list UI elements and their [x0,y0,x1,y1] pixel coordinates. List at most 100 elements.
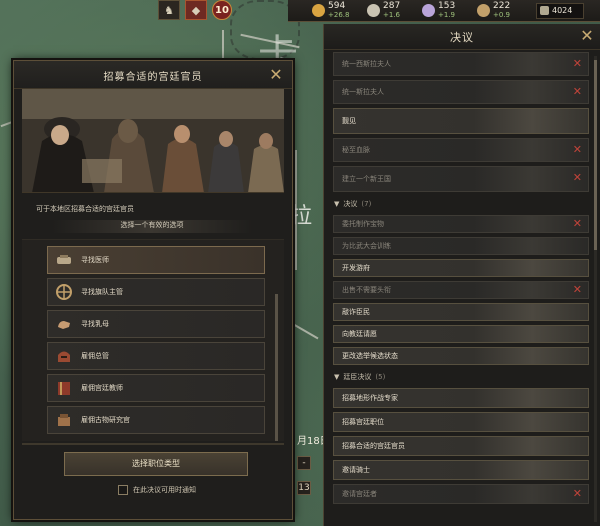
decision-label: 委托制作宝物 [342,220,384,228]
map-speed-button[interactable]: 13 [297,481,311,495]
decision-row[interactable]: 为比武大会训练 [333,237,589,255]
piety-resource[interactable]: 153 +1.9 [422,1,474,20]
warning-diamond-icon[interactable]: ◆ [185,0,207,20]
court-illustration [22,89,284,193]
collapse-triangle-icon: ▼ [334,372,340,381]
option-label: 寻找旗队主管 [81,288,123,296]
unavailable-x-icon: ✕ [572,57,582,70]
notify-checkbox[interactable] [118,485,128,495]
gold-resource[interactable]: 594 +26.8 [312,0,364,20]
unavailable-x-icon: ✕ [572,283,582,296]
category-label: 决议 [343,199,358,208]
option-hire-antiquarian[interactable]: 雇佣古物研究官 [47,406,265,434]
decision-row[interactable]: 招募宫廷职位 [333,412,589,432]
decision-row[interactable]: 更改选举候选状态 [333,347,589,365]
decision-label: 招募合适的宫廷官员 [342,442,405,450]
renown-resource[interactable]: 222 +0.9 [477,0,529,20]
notify-option[interactable]: 在此决议可用时通知 [118,485,196,495]
prestige-resource[interactable]: 287 +1.6 [367,1,419,20]
renown-value: 222 [493,0,511,11]
decision-row[interactable]: 敲诈臣民 [333,303,589,321]
close-icon[interactable]: ✕ [578,27,596,45]
soldiers-icon [540,6,549,15]
renown-delta: +0.9 [493,10,510,19]
decision-row[interactable]: 秘至血脉 ✕ [333,138,589,162]
collapse-triangle-icon: ▼ [334,199,340,208]
category-header-courtier-decisions[interactable]: ▼ 廷臣决议 (5) [333,369,589,384]
prestige-icon [367,4,380,17]
decision-label: 建立一个新王国 [342,175,391,183]
option-label: 雇佣古物研究官 [81,416,130,424]
decision-row[interactable]: 邀请骑士 [333,460,589,480]
gold-delta: +26.8 [328,10,350,19]
medicine-icon [54,250,74,270]
character-badge-icon[interactable]: 10 [212,0,232,20]
gold-value: 594 [328,0,346,11]
decision-label: 开发游府 [342,264,370,272]
map-region-label: 拉 [290,204,313,229]
horse-icon[interactable]: ♞ [158,0,180,20]
decision-row[interactable]: 统一斯拉夫人 ✕ [333,80,589,104]
category-header-decisions[interactable]: ▼ 决议 (7) [333,196,589,211]
renown-icon [477,4,490,17]
decision-row[interactable]: 出售不需要头衔 ✕ [333,281,589,299]
decision-label: 招募地形作战专家 [342,394,398,402]
wheel-icon [54,282,74,302]
decision-row[interactable]: 觐见 [333,108,589,134]
modal-description: 可于本地区招募合适的宫廷官员 [36,205,134,213]
soldiers-resource[interactable]: 4024 [536,2,584,19]
close-icon[interactable]: ✕ [267,65,285,84]
decision-label: 统一西斯拉夫人 [342,60,391,68]
decisions-header: 决议 ✕ [324,24,600,50]
decisions-scrollbar[interactable] [594,56,597,522]
map-zoom-button[interactable]: - [297,456,311,470]
modal-header: 招募合适的宫廷官员 ✕ [14,61,292,89]
decision-row[interactable]: 邀请宫廷者 ✕ [333,484,589,504]
decision-label: 向教廷请愿 [342,330,377,338]
decision-label: 觐见 [342,117,356,125]
unavailable-x-icon: ✕ [572,85,582,98]
modal-title: 招募合适的宫廷官员 [103,72,203,83]
choose-position-type-button[interactable]: 选择职位类型 [64,452,248,476]
decision-row[interactable]: 开发游府 [333,259,589,277]
decision-label: 敲诈臣民 [342,308,370,316]
category-count: (5) [375,372,386,381]
decision-row[interactable]: 向教廷请愿 [333,325,589,343]
decision-label: 更改选举候选状态 [342,352,398,360]
piety-icon [422,4,435,17]
unavailable-x-icon: ✕ [572,143,582,156]
book-icon [54,378,74,398]
decisions-title: 决议 [450,30,474,44]
unavailable-x-icon: ✕ [572,217,582,230]
category-label: 廷臣决议 [343,372,372,381]
divider [22,443,284,445]
notify-label: 在此决议可用时通知 [133,486,196,494]
decision-row[interactable]: 招募合适的宫廷官员 [333,436,589,456]
category-count: (7) [361,199,372,208]
resource-bar: 594 +26.8 287 +1.6 153 +1.9 222 +0.9 402… [288,0,600,22]
unavailable-x-icon: ✕ [572,487,582,500]
decision-row[interactable]: 建立一个新王国 ✕ [333,166,589,192]
option-find-marshal[interactable]: 寻找旗队主管 [47,278,265,306]
artifact-icon [54,410,74,430]
option-find-wet-nurse[interactable]: 寻找乳母 [47,310,265,338]
hand-icon [54,314,74,334]
decision-row[interactable]: 委托制作宝物 ✕ [333,215,589,233]
decision-label: 招募宫廷职位 [342,418,384,426]
decision-label: 邀请宫廷者 [342,490,377,498]
option-label: 雇佣宫廷教师 [81,384,123,392]
option-hire-steward[interactable]: 雇佣总管 [47,342,265,370]
options-scrollbar[interactable] [275,294,278,441]
soldiers-value: 4024 [552,6,573,15]
decisions-panel: 决议 ✕ 统一西斯拉夫人 ✕ 统一斯拉夫人 ✕ 觐见 秘至血脉 ✕ 建立一个新王… [323,24,600,526]
option-hire-tutor[interactable]: 雇佣宫廷教师 [47,374,265,402]
modal-subtitle: 选择一个有效的选项 [52,220,252,233]
decision-row[interactable]: 招募地形作战专家 [333,388,589,408]
decision-row[interactable]: 统一西斯拉夫人 ✕ [333,52,589,76]
option-label: 寻找乳母 [81,320,109,328]
decision-label: 统一斯拉夫人 [342,88,384,96]
option-label: 雇佣总管 [81,352,109,360]
decision-label: 为比武大会训练 [342,242,391,250]
unavailable-x-icon: ✕ [572,171,582,184]
option-find-physician[interactable]: 寻找医师 [47,246,265,274]
